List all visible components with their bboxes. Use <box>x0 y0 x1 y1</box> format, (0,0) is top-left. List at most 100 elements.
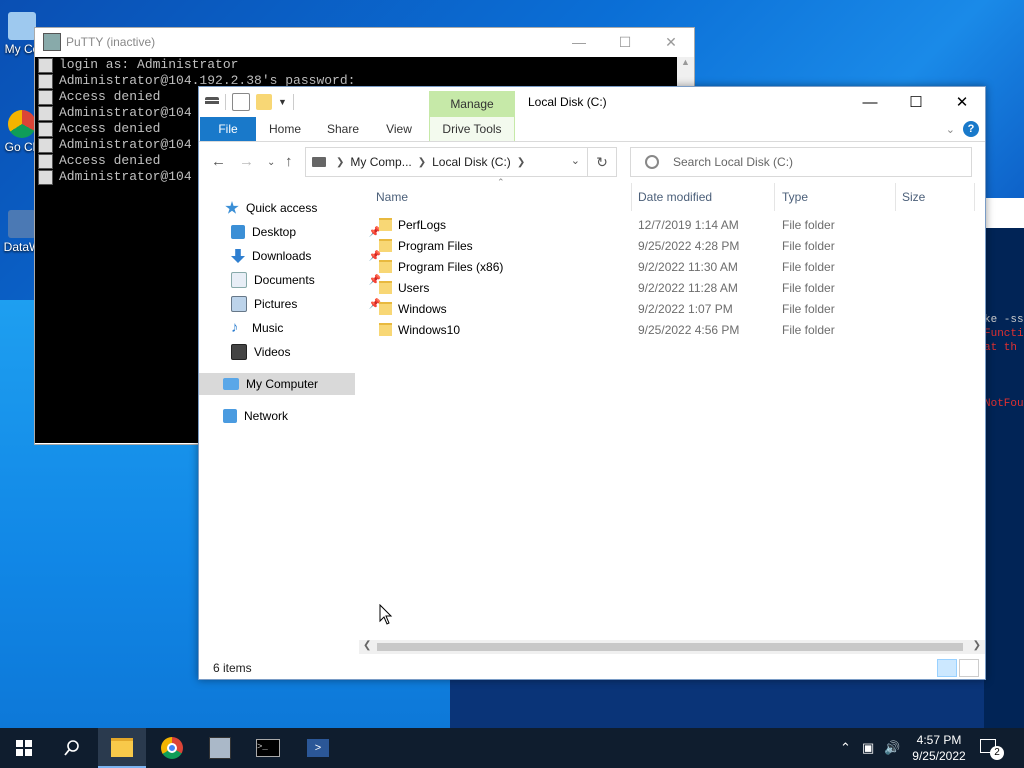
file-date: 9/25/2022 4:56 PM <box>638 323 740 337</box>
minimize-button[interactable]: — <box>556 28 602 56</box>
column-header-name[interactable]: Name <box>376 183 408 211</box>
column-divider[interactable] <box>895 183 896 211</box>
chrome-icon <box>161 737 183 759</box>
file-list: ⌃ Name Date modified Type Size PerfLogs … <box>359 177 985 643</box>
chevron-right-icon[interactable]: ❯ <box>336 157 344 168</box>
column-header-type[interactable]: Type <box>782 183 808 211</box>
file-row[interactable]: PerfLogs 12/7/2019 1:14 AM File folder <box>359 215 985 236</box>
clock[interactable]: 4:57 PM 9/25/2022 <box>900 732 978 764</box>
chevron-up-icon[interactable]: ⌃ <box>840 740 851 756</box>
help-icon[interactable]: ? <box>963 121 979 137</box>
console-line: at th <box>984 342 1018 354</box>
chrome-icon <box>8 110 36 138</box>
address-bar[interactable]: ❯ My Comp... ❯ Local Disk (C:) ❯ ⌄ ↻ <box>305 147 617 177</box>
file-row[interactable]: Windows10 9/25/2022 4:56 PM File folder <box>359 320 985 341</box>
search-box[interactable]: Search Local Disk (C:) <box>630 147 972 177</box>
console-line: ke -ss <box>984 314 1024 326</box>
volume-icon[interactable]: 🔊 <box>884 740 900 756</box>
toolbar-divider <box>225 94 226 110</box>
taskbar-command-prompt[interactable]: >_ <box>244 728 292 768</box>
clock-time: 4:57 PM <box>916 733 962 747</box>
details-view-icon[interactable] <box>937 659 957 677</box>
column-divider[interactable] <box>774 183 775 211</box>
breadcrumb-my-computer[interactable]: My Comp... <box>350 155 411 169</box>
back-arrow-icon[interactable]: ← <box>211 153 226 170</box>
large-icons-view-icon[interactable] <box>959 659 979 677</box>
notification-count-badge: 2 <box>990 746 1004 760</box>
checkmark-icon[interactable] <box>232 93 250 111</box>
putty-icon <box>209 737 231 759</box>
file-row[interactable]: Users 9/2/2022 11:28 AM File folder <box>359 278 985 299</box>
drive-icon <box>312 157 326 167</box>
properties-icon[interactable] <box>205 97 219 107</box>
column-header-date-modified[interactable]: Date modified <box>638 183 712 211</box>
putty-line-icon <box>38 154 53 169</box>
network-tray-icon[interactable]: ▣ <box>862 740 874 756</box>
putty-line-icon <box>38 90 53 105</box>
file-row[interactable]: Program Files 9/25/2022 4:28 PM File fol… <box>359 236 985 257</box>
chevron-down-icon[interactable]: ⌄ <box>571 154 580 167</box>
maximize-button[interactable]: ☐ <box>893 87 939 117</box>
customize-dropdown-icon[interactable]: ▼ <box>278 97 287 107</box>
nav-quick-access[interactable]: Quick access <box>199 197 381 219</box>
scrollbar-thumb[interactable] <box>377 643 963 651</box>
chevron-right-icon[interactable]: ❯ <box>517 157 525 168</box>
tab-file[interactable]: File <box>200 117 256 141</box>
tab-home[interactable]: Home <box>261 117 309 141</box>
taskbar-file-explorer[interactable] <box>98 728 146 768</box>
file-date: 9/2/2022 11:28 AM <box>638 281 738 295</box>
column-divider[interactable] <box>974 183 975 211</box>
computer-icon <box>8 12 36 40</box>
taskbar-chrome[interactable] <box>148 728 196 768</box>
file-row[interactable]: Windows 9/2/2022 1:07 PM File folder <box>359 299 985 320</box>
network-icon <box>223 409 237 423</box>
file-type: File folder <box>782 218 835 232</box>
explorer-titlebar[interactable]: ▼ Manage Local Disk (C:) — ☐ ✕ <box>199 87 985 117</box>
putty-line-icon <box>38 170 53 185</box>
file-row[interactable]: Program Files (x86) 9/2/2022 11:30 AM Fi… <box>359 257 985 278</box>
up-arrow-icon[interactable]: ↑ <box>285 153 293 170</box>
minimize-button[interactable]: — <box>847 87 893 117</box>
breadcrumb-local-disk[interactable]: Local Disk (C:) <box>432 155 511 169</box>
putty-line-icon <box>38 106 53 121</box>
file-explorer-window[interactable]: ▼ Manage Local Disk (C:) — ☐ ✕ File Home… <box>198 86 986 680</box>
tab-view[interactable]: View <box>375 117 423 141</box>
close-button[interactable]: ✕ <box>648 28 694 56</box>
scroll-up-icon[interactable]: ▲ <box>677 57 694 67</box>
tab-drive-tools[interactable]: Drive Tools <box>429 117 515 141</box>
column-header-size[interactable]: Size <box>902 183 925 211</box>
new-folder-icon[interactable] <box>256 94 272 110</box>
taskbar-powershell[interactable]: > <box>294 728 342 768</box>
file-name: Windows10 <box>398 323 461 337</box>
tab-share[interactable]: Share <box>319 117 367 141</box>
refresh-icon[interactable]: ↻ <box>587 148 616 176</box>
expand-ribbon-icon[interactable]: ⌄ <box>946 123 955 136</box>
scroll-right-icon[interactable]: ❯ <box>973 640 981 651</box>
chevron-right-icon[interactable]: ❯ <box>418 157 426 168</box>
powershell-icon: > <box>307 739 329 757</box>
search-placeholder: Search Local Disk (C:) <box>673 155 794 169</box>
putty-titlebar[interactable]: PuTTY (inactive) — ☐ ✕ <box>35 28 694 56</box>
scroll-left-icon[interactable]: ❮ <box>363 640 371 651</box>
putty-line-icon <box>38 74 53 89</box>
close-button[interactable]: ✕ <box>939 87 985 117</box>
nav-network[interactable]: Network <box>199 405 379 427</box>
horizontal-scrollbar[interactable]: ❮ ❯ <box>359 640 985 654</box>
background-window-edge <box>984 198 1024 228</box>
computer-icon <box>223 378 239 390</box>
recent-locations-icon[interactable]: ⌄ <box>267 157 275 168</box>
column-divider[interactable] <box>631 183 632 211</box>
taskbar-putty[interactable] <box>196 728 244 768</box>
mouse-cursor-icon <box>379 604 393 625</box>
windows-logo-icon <box>16 740 32 756</box>
start-button[interactable] <box>0 728 48 768</box>
pictures-icon <box>231 296 247 312</box>
forward-arrow-icon[interactable]: → <box>239 153 254 170</box>
navigation-pane: Quick access Desktop 📌 Downloads 📌 Documen… <box>199 183 381 643</box>
file-name: Program Files (x86) <box>398 260 504 274</box>
tab-manage[interactable]: Manage <box>429 91 515 117</box>
action-center-button[interactable]: 2 <box>980 736 1006 760</box>
nav-my-computer[interactable]: My Computer <box>199 373 355 395</box>
search-button[interactable] <box>48 728 96 768</box>
maximize-button[interactable]: ☐ <box>602 28 648 56</box>
